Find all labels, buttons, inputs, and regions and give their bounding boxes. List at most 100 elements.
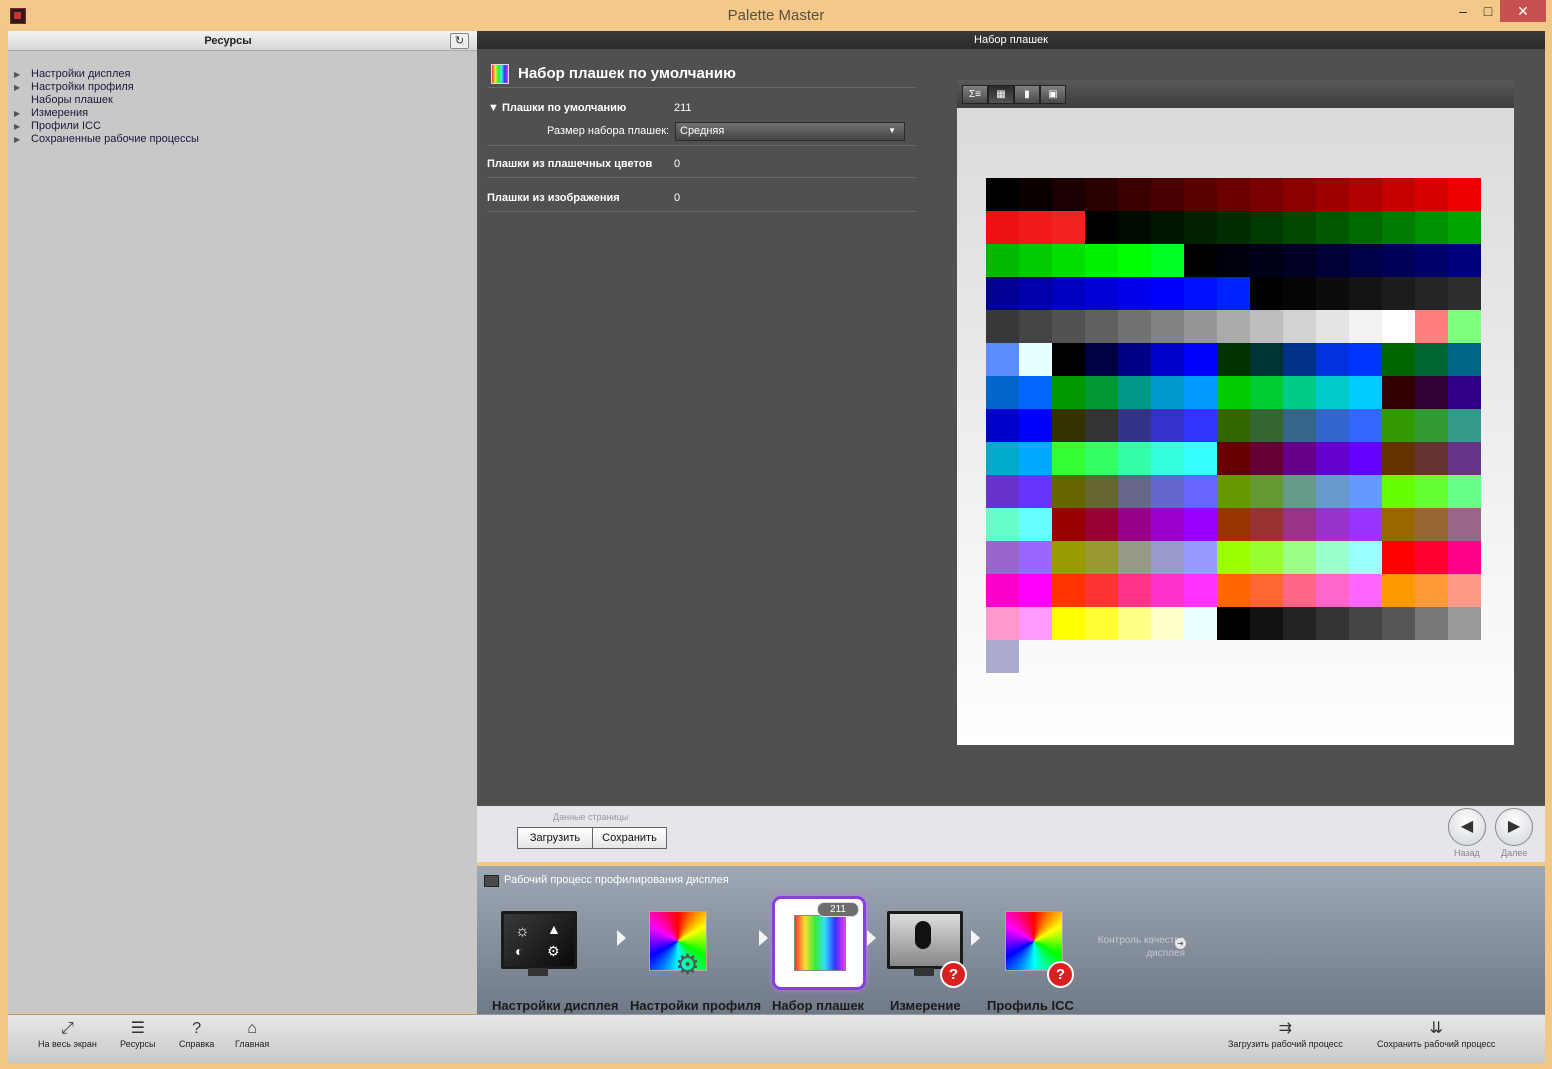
color-patch[interactable] bbox=[1118, 574, 1151, 607]
color-patch[interactable] bbox=[1217, 475, 1250, 508]
color-patch[interactable] bbox=[1283, 409, 1316, 442]
load-button[interactable]: Загрузить bbox=[517, 827, 593, 849]
color-patch[interactable] bbox=[1085, 541, 1118, 574]
color-patch[interactable] bbox=[1415, 343, 1448, 376]
color-patch[interactable] bbox=[986, 244, 1019, 277]
tree-item-icc-profiles[interactable]: ▶ Профили ICC bbox=[14, 120, 199, 133]
color-patch[interactable] bbox=[1151, 475, 1184, 508]
color-patch[interactable] bbox=[1250, 277, 1283, 310]
color-patch[interactable] bbox=[1019, 607, 1052, 640]
grid-view-icon[interactable]: ▦ bbox=[988, 85, 1014, 104]
expand-arrow-icon[interactable]: ▶ bbox=[14, 83, 31, 92]
help-button[interactable]: ? Справка bbox=[179, 1019, 214, 1049]
color-patch[interactable] bbox=[1085, 574, 1118, 607]
color-patch[interactable] bbox=[1217, 607, 1250, 640]
color-patch[interactable] bbox=[1382, 409, 1415, 442]
color-patch[interactable] bbox=[1448, 574, 1481, 607]
color-patch[interactable] bbox=[1316, 607, 1349, 640]
fullscreen-button[interactable]: ⤢ На весь экран bbox=[38, 1019, 97, 1049]
color-patch[interactable] bbox=[1316, 541, 1349, 574]
color-patch[interactable] bbox=[1151, 574, 1184, 607]
color-patch[interactable] bbox=[1316, 508, 1349, 541]
color-patch[interactable] bbox=[1118, 607, 1151, 640]
color-patch[interactable] bbox=[1184, 574, 1217, 607]
color-patch[interactable] bbox=[1349, 277, 1382, 310]
color-patch[interactable] bbox=[1217, 343, 1250, 376]
color-patch[interactable] bbox=[1019, 310, 1052, 343]
color-patch[interactable] bbox=[1250, 574, 1283, 607]
color-patch[interactable] bbox=[1184, 244, 1217, 277]
color-patch[interactable] bbox=[1283, 607, 1316, 640]
color-patch[interactable] bbox=[1448, 277, 1481, 310]
color-patch[interactable] bbox=[1349, 574, 1382, 607]
color-patch[interactable] bbox=[1052, 508, 1085, 541]
color-patch[interactable] bbox=[1184, 310, 1217, 343]
color-patch[interactable] bbox=[1283, 475, 1316, 508]
color-patch[interactable] bbox=[1316, 244, 1349, 277]
color-patch[interactable] bbox=[1250, 178, 1283, 211]
color-patch[interactable] bbox=[1052, 211, 1085, 244]
color-patch[interactable] bbox=[1316, 343, 1349, 376]
color-patch[interactable] bbox=[1085, 508, 1118, 541]
color-patch[interactable] bbox=[1085, 211, 1118, 244]
color-patch[interactable] bbox=[986, 277, 1019, 310]
color-patch[interactable] bbox=[1316, 211, 1349, 244]
color-patch[interactable] bbox=[1118, 508, 1151, 541]
color-patch[interactable] bbox=[1184, 508, 1217, 541]
color-patch[interactable] bbox=[1448, 541, 1481, 574]
color-patch[interactable] bbox=[1382, 277, 1415, 310]
color-patch[interactable] bbox=[986, 607, 1019, 640]
color-patch[interactable] bbox=[1118, 244, 1151, 277]
color-patch[interactable] bbox=[1349, 607, 1382, 640]
color-patch[interactable] bbox=[1382, 211, 1415, 244]
color-patch[interactable] bbox=[1118, 376, 1151, 409]
color-patch[interactable] bbox=[1283, 343, 1316, 376]
color-patch[interactable] bbox=[1316, 376, 1349, 409]
color-patch[interactable] bbox=[1382, 343, 1415, 376]
arrow-right-circle-icon[interactable]: ➜ bbox=[1175, 938, 1186, 949]
color-patch[interactable] bbox=[1316, 178, 1349, 211]
color-patch[interactable] bbox=[1052, 277, 1085, 310]
color-patch[interactable] bbox=[1217, 508, 1250, 541]
color-patch[interactable] bbox=[1151, 211, 1184, 244]
color-patch[interactable] bbox=[1217, 310, 1250, 343]
color-patch[interactable] bbox=[1415, 541, 1448, 574]
color-patch[interactable] bbox=[1085, 607, 1118, 640]
sum-icon[interactable]: Σ≡ bbox=[962, 85, 988, 104]
color-patch[interactable] bbox=[986, 211, 1019, 244]
color-patch[interactable] bbox=[1118, 310, 1151, 343]
color-patch[interactable] bbox=[1184, 409, 1217, 442]
color-patch[interactable] bbox=[1349, 541, 1382, 574]
color-patch[interactable] bbox=[1151, 376, 1184, 409]
color-patch[interactable] bbox=[1052, 541, 1085, 574]
color-patch[interactable] bbox=[1118, 541, 1151, 574]
color-patch[interactable] bbox=[1283, 211, 1316, 244]
color-patch[interactable] bbox=[1415, 178, 1448, 211]
color-patch[interactable] bbox=[1151, 442, 1184, 475]
color-patch[interactable] bbox=[1184, 343, 1217, 376]
color-patch[interactable] bbox=[1316, 574, 1349, 607]
color-patch[interactable] bbox=[1415, 376, 1448, 409]
color-patch[interactable] bbox=[1250, 508, 1283, 541]
color-patch[interactable] bbox=[1415, 277, 1448, 310]
color-patch[interactable] bbox=[1283, 277, 1316, 310]
color-patch[interactable] bbox=[1448, 442, 1481, 475]
color-patch[interactable] bbox=[1250, 244, 1283, 277]
color-patch[interactable] bbox=[1448, 475, 1481, 508]
refresh-icon[interactable]: ↻ bbox=[450, 33, 469, 49]
expand-arrow-icon[interactable]: ▶ bbox=[14, 122, 31, 131]
color-patch[interactable] bbox=[1316, 475, 1349, 508]
color-patch[interactable] bbox=[1316, 409, 1349, 442]
color-patch[interactable] bbox=[1118, 178, 1151, 211]
color-patch[interactable] bbox=[1184, 211, 1217, 244]
color-patch[interactable] bbox=[1019, 541, 1052, 574]
color-patch[interactable] bbox=[1019, 277, 1052, 310]
color-patch[interactable] bbox=[1382, 541, 1415, 574]
color-patch[interactable] bbox=[1415, 310, 1448, 343]
tree-item-patch-sets[interactable]: Наборы плашек bbox=[14, 94, 199, 107]
tree-item-measurements[interactable]: ▶ Измерения bbox=[14, 107, 199, 120]
color-patch[interactable] bbox=[1019, 409, 1052, 442]
color-patch[interactable] bbox=[1019, 574, 1052, 607]
color-patch[interactable] bbox=[1151, 178, 1184, 211]
color-patch[interactable] bbox=[1151, 409, 1184, 442]
